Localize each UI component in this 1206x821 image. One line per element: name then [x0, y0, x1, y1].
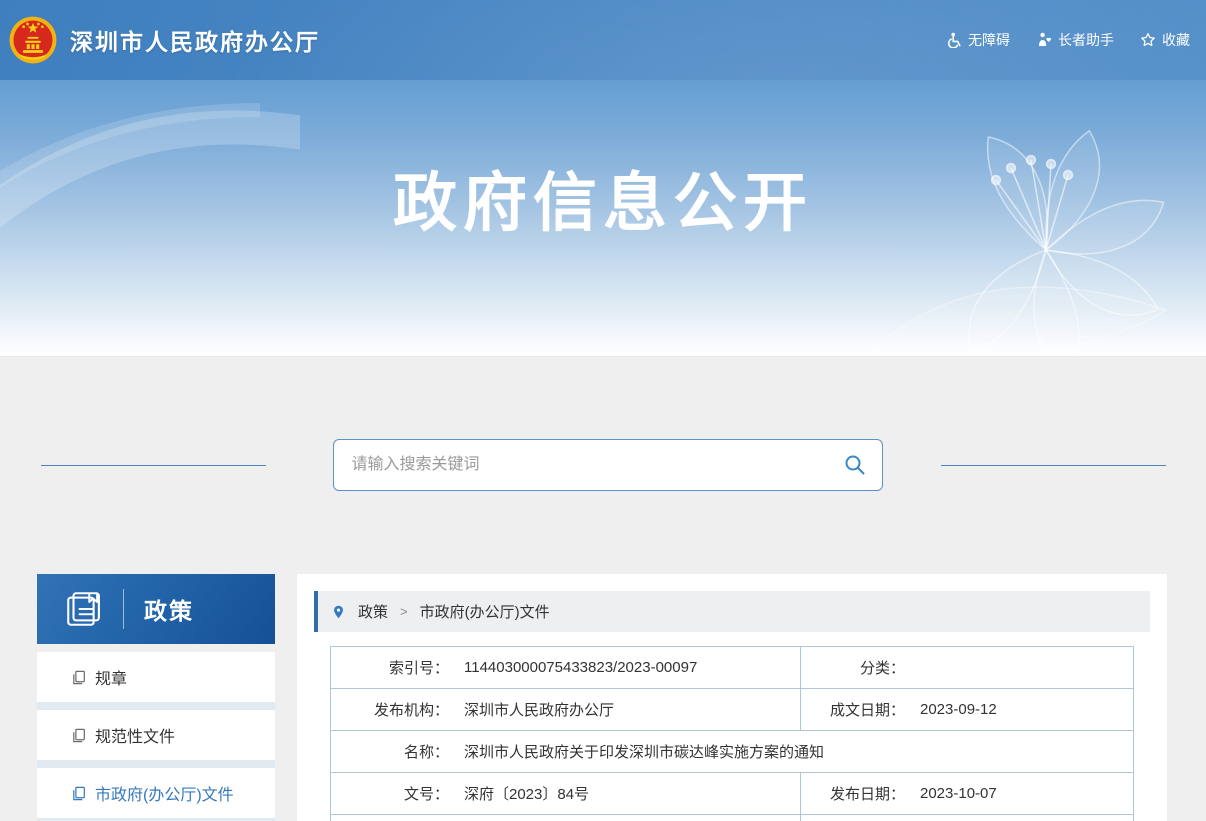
- search-input[interactable]: [333, 439, 883, 491]
- document-name-value: 深圳市人民政府关于印发深圳市碳达峰实施方案的通知: [464, 741, 824, 762]
- document-name-label: 名称：: [331, 741, 449, 762]
- divider: [123, 589, 124, 629]
- index-number-value: 114403000075433823/2023-00097: [464, 659, 697, 676]
- category-label: 分类：: [801, 657, 905, 678]
- sidebar: 政策 规章 规范性文件: [37, 574, 275, 821]
- site-brand: 深圳市人民政府办公厅: [8, 15, 320, 65]
- search-icon: [843, 453, 867, 477]
- table-row: 发布机构： 深圳市人民政府办公厅 成文日期： 2023-09-12: [331, 689, 1134, 731]
- site-title: 深圳市人民政府办公厅: [70, 23, 320, 57]
- body-area: 政策 规章 规范性文件: [0, 356, 1206, 821]
- content: 政策 规章 规范性文件: [0, 574, 1206, 821]
- topbar-links: 无障碍 长者助手 收藏: [946, 30, 1190, 50]
- main-panel: 政策 > 市政府(办公厅)文件 索引号： 114403000075433823/…: [297, 574, 1167, 821]
- elder-assistant-link-label: 长者助手: [1058, 30, 1114, 50]
- index-number-label: 索引号：: [331, 657, 449, 678]
- issuing-agency-value: 深圳市人民政府办公厅: [464, 699, 614, 720]
- issuing-agency-label: 发布机构：: [331, 699, 449, 720]
- publish-date-label: 发布日期：: [801, 783, 905, 804]
- sidebar-header-label: 政策: [144, 592, 194, 626]
- document-icon: [71, 786, 86, 801]
- sidebar-header: 政策: [37, 574, 275, 644]
- search-section: [0, 357, 1206, 491]
- document-info-table: 索引号： 114403000075433823/2023-00097 分类： 发…: [330, 646, 1134, 821]
- search-button[interactable]: [843, 453, 867, 477]
- breadcrumb-item-current[interactable]: 市政府(办公厅)文件: [420, 601, 550, 622]
- breadcrumb: 政策 > 市政府(办公厅)文件: [314, 591, 1150, 632]
- sidebar-item-normative-documents[interactable]: 规范性文件: [37, 710, 275, 760]
- decorative-line-right: [941, 465, 1166, 466]
- location-pin-icon: [331, 603, 346, 621]
- elder-assistant-link[interactable]: 长者助手: [1036, 30, 1114, 50]
- favorite-link[interactable]: 收藏: [1140, 30, 1190, 50]
- document-number-label: 文号：: [331, 783, 449, 804]
- topbar: 深圳市人民政府办公厅 无障碍 长者助手 收藏: [0, 0, 1206, 80]
- breadcrumb-separator: >: [400, 604, 408, 619]
- sidebar-item-regulations[interactable]: 规章: [37, 652, 275, 702]
- search-box: [333, 439, 883, 491]
- decorative-line-left: [41, 465, 266, 466]
- document-number-value: 深府〔2023〕84号: [464, 783, 589, 804]
- sidebar-item-municipal-government-documents[interactable]: 市政府(办公厅)文件: [37, 768, 275, 818]
- table-row: 索引号： 114403000075433823/2023-00097 分类：: [331, 647, 1134, 689]
- publish-date-value: 2023-10-07: [920, 785, 997, 802]
- elder-assistant-icon: [1036, 32, 1052, 48]
- star-icon: [1140, 32, 1156, 48]
- issue-date-label: 成文日期：: [801, 699, 905, 720]
- document-icon: [71, 728, 86, 743]
- national-emblem-icon: [8, 15, 58, 65]
- sidebar-item-label: 规范性文件: [95, 723, 175, 747]
- accessibility-link[interactable]: 无障碍: [946, 30, 1010, 50]
- table-row: 文号： 深府〔2023〕84号 发布日期： 2023-10-07: [331, 773, 1134, 815]
- sidebar-item-label: 规章: [95, 665, 127, 689]
- breadcrumb-item-policy[interactable]: 政策: [358, 601, 388, 622]
- document-icon: [71, 670, 86, 685]
- table-row: 名称： 深圳市人民政府关于印发深圳市碳达峰实施方案的通知: [331, 731, 1134, 773]
- book-icon: [63, 588, 105, 630]
- issue-date-value: 2023-09-12: [920, 701, 997, 718]
- wheelchair-icon: [946, 32, 962, 48]
- page-title: 政府信息公开: [0, 152, 1206, 244]
- table-row-partial: [331, 815, 1134, 821]
- accessibility-link-label: 无障碍: [968, 30, 1010, 50]
- favorite-link-label: 收藏: [1162, 30, 1190, 50]
- banner: 政府信息公开: [0, 80, 1206, 356]
- sidebar-item-label: 市政府(办公厅)文件: [95, 781, 234, 805]
- sidebar-nav: 规章 规范性文件 市政府(办公厅)文件: [37, 652, 275, 821]
